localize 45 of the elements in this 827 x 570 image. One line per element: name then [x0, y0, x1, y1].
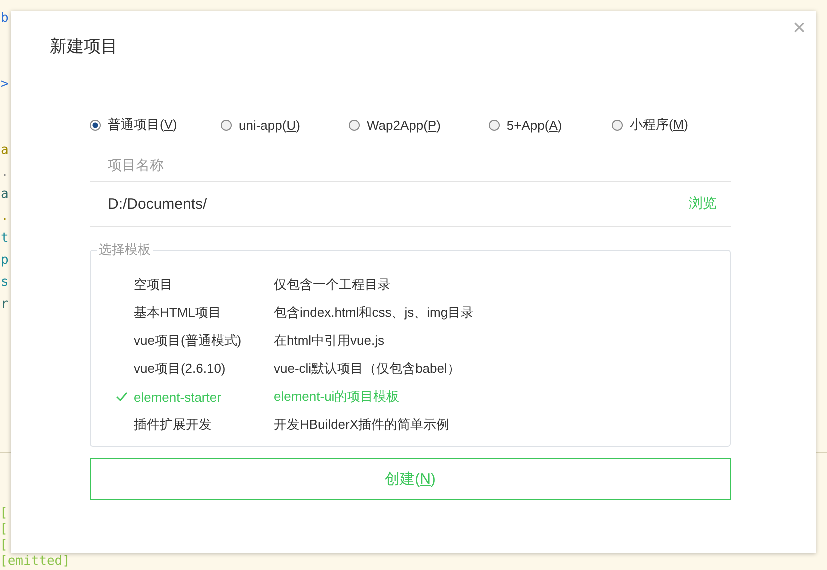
radio-icon: [488, 120, 500, 130]
code-text: s: [1, 275, 9, 290]
template-description: element-ui的项目模板: [274, 388, 401, 406]
template-description: vue-cli默认项目（仅包含babel）: [274, 360, 462, 378]
code-text: p: [1, 253, 9, 268]
template-name: element-starter: [134, 390, 222, 404]
dialog-title: 新建项目: [50, 36, 118, 58]
project-type-radio[interactable]: 5+App(A): [488, 118, 612, 132]
template-description: 开发HBuilderX插件的简单示例: [274, 416, 451, 434]
code-text: .: [1, 165, 9, 180]
template-row[interactable]: 空项目 仅包含一个工程目录: [91, 271, 730, 299]
project-type-radio[interactable]: uni-app(U): [220, 118, 349, 132]
radio-icon: [90, 120, 101, 130]
template-description: 仅包含一个工程目录: [274, 276, 392, 294]
template-description: 包含index.html和css、js、img目录: [274, 304, 476, 322]
template-legend: 选择模板: [97, 241, 153, 259]
template-name: vue项目(2.6.10): [134, 360, 227, 378]
project-type-radio[interactable]: 小程序(M): [612, 116, 732, 134]
project-type-radio[interactable]: Wap2App(P): [348, 118, 489, 132]
code-text: t: [1, 231, 9, 246]
template-name: 基本HTML项目: [134, 304, 222, 322]
code-text: .: [1, 209, 9, 224]
template-row[interactable]: 基本HTML项目 包含index.html和css、js、img目录: [91, 299, 730, 327]
template-name: 插件扩展开发: [134, 416, 213, 434]
code-text: b: [1, 11, 9, 26]
template-row[interactable]: 插件扩展开发 开发HBuilderX插件的简单示例: [91, 411, 730, 439]
radio-icon: [612, 120, 623, 130]
code-text: r: [1, 297, 9, 312]
code-text: >: [1, 77, 9, 92]
check-icon: [116, 392, 128, 402]
project-type-radio[interactable]: 普通项目(V): [90, 116, 221, 134]
template-name: vue项目(普通模式): [134, 332, 243, 350]
radio-icon: [220, 120, 232, 130]
template-row[interactable]: vue项目(2.6.10) vue-cli默认项目（仅包含babel）: [91, 355, 730, 383]
code-text: a: [1, 143, 9, 158]
console-text: [emitted]: [0, 554, 72, 570]
code-text: a: [1, 187, 9, 202]
template-row[interactable]: vue项目(普通模式) 在html中引用vue.js: [91, 327, 730, 355]
template-description: 在html中引用vue.js: [274, 332, 386, 350]
radio-icon: [348, 120, 360, 130]
console-text: [: [0, 522, 9, 538]
console-text: [: [0, 506, 9, 522]
console-text: [: [0, 538, 9, 554]
project-path-field[interactable]: D:/Documents/ 浏览: [90, 182, 731, 227]
template-name: 空项目: [134, 276, 174, 294]
